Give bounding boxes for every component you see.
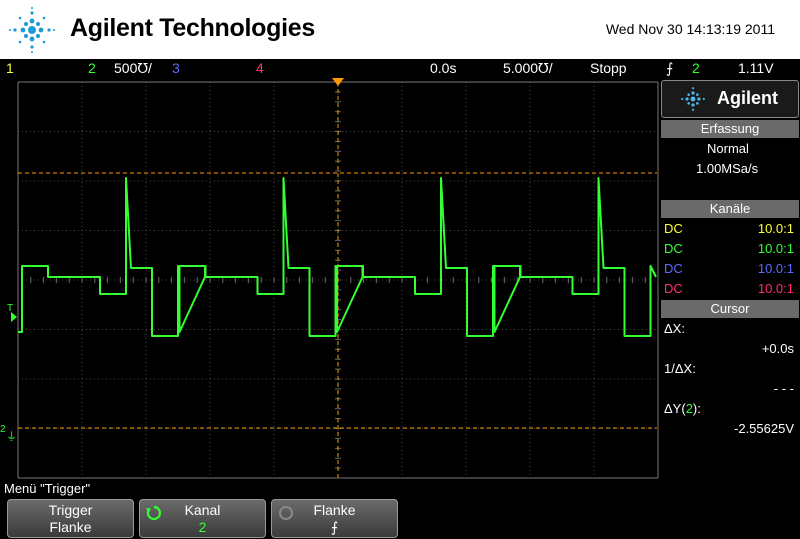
trigger-level-label: T [7,303,13,314]
waveform-display[interactable]: T 2 ⏚ [0,78,660,480]
delta-x-value: +0.0s [761,341,794,356]
ground-icon[interactable]: ⏚ [6,430,17,443]
softkey-channel-value: 2 [198,519,207,535]
acquisition-section-title: Erfassung [661,120,799,138]
delta-y-label-suffix: ): [692,401,701,416]
channel-2-probe-ratio: 10.0:1 [757,241,794,256]
brand-name: Agilent Technologies [70,14,315,42]
date-time: Wed Nov 30 14:13:19 2011 [605,21,775,37]
channel-3-indicator[interactable]: 3 [172,60,180,76]
inverse-delta-x-label: 1/ΔX: [664,361,696,376]
channel-2-indicator[interactable]: 2 [88,60,96,76]
channel-3-coupling: DC [664,261,683,276]
softkey-slope[interactable]: Flanke ⨍ [271,499,398,538]
delta-y-label: ΔY(2): [664,401,701,416]
info-panel: Agilent Erfassung Normal 1.00MSa/s Kanäl… [660,80,800,478]
channel-2-coupling: DC [664,241,683,256]
time-scale: 5.000℧/ [503,60,553,76]
trigger-channel: 2 [692,60,700,76]
agilent-logo-icon [9,7,55,53]
softkey-channel[interactable]: Kanal 2 [139,499,266,538]
channel-4-indicator[interactable]: 4 [256,60,264,76]
softkey-trigger-type[interactable]: Trigger Flanke [7,499,134,538]
channel-1-indicator[interactable]: 1 [6,60,14,76]
channel-2-waveform [18,177,657,337]
delta-y-value: -2.55625V [734,421,794,436]
delta-y-channel: 2 [685,401,693,416]
channel-4-coupling: DC [664,281,683,296]
channel-3-probe-ratio: 10.0:1 [757,261,794,276]
channel-1-probe-ratio: 10.0:1 [757,221,794,236]
channel-2-scale: 500℧/ [114,60,152,76]
agilent-panel-logo: Agilent [661,80,799,118]
trigger-level: 1.11V [738,60,774,76]
channels-section-title: Kanäle [661,200,799,218]
acquisition-mode: Normal [707,141,749,156]
softkey-channel-label: Kanal [184,502,221,518]
status-bar: 1 2 500℧/ 3 4 0.0s 5.000℧/ Stopp ⨍ 2 1.1… [0,59,800,78]
agilent-spark-icon [681,87,705,111]
cursor-section-title: Cursor [661,300,799,318]
softkey-trigger-type-label: Trigger [48,502,93,518]
delta-x-label: ΔX: [664,321,685,336]
trigger-slope-icon: ⨍ [666,60,674,76]
delta-y-label-prefix: ΔY( [664,401,686,416]
panel-logo-text: Agilent [717,88,778,108]
channel-1-coupling: DC [664,221,683,236]
run-state: Stopp [590,60,627,76]
menu-title: Menü "Trigger" [4,481,91,496]
softkey-slope-label: Flanke [313,502,356,518]
title-bar: Agilent Technologies Wed Nov 30 14:13:19… [0,0,800,59]
softkey-trigger-type-value: Flanke [49,519,92,535]
time-delay: 0.0s [430,60,457,76]
softkey-slope-value: ⨍ [330,519,339,535]
inverse-delta-x-value: - - - [773,381,794,396]
acquisition-rate: 1.00MSa/s [696,161,759,176]
channel-4-probe-ratio: 10.0:1 [757,281,794,296]
